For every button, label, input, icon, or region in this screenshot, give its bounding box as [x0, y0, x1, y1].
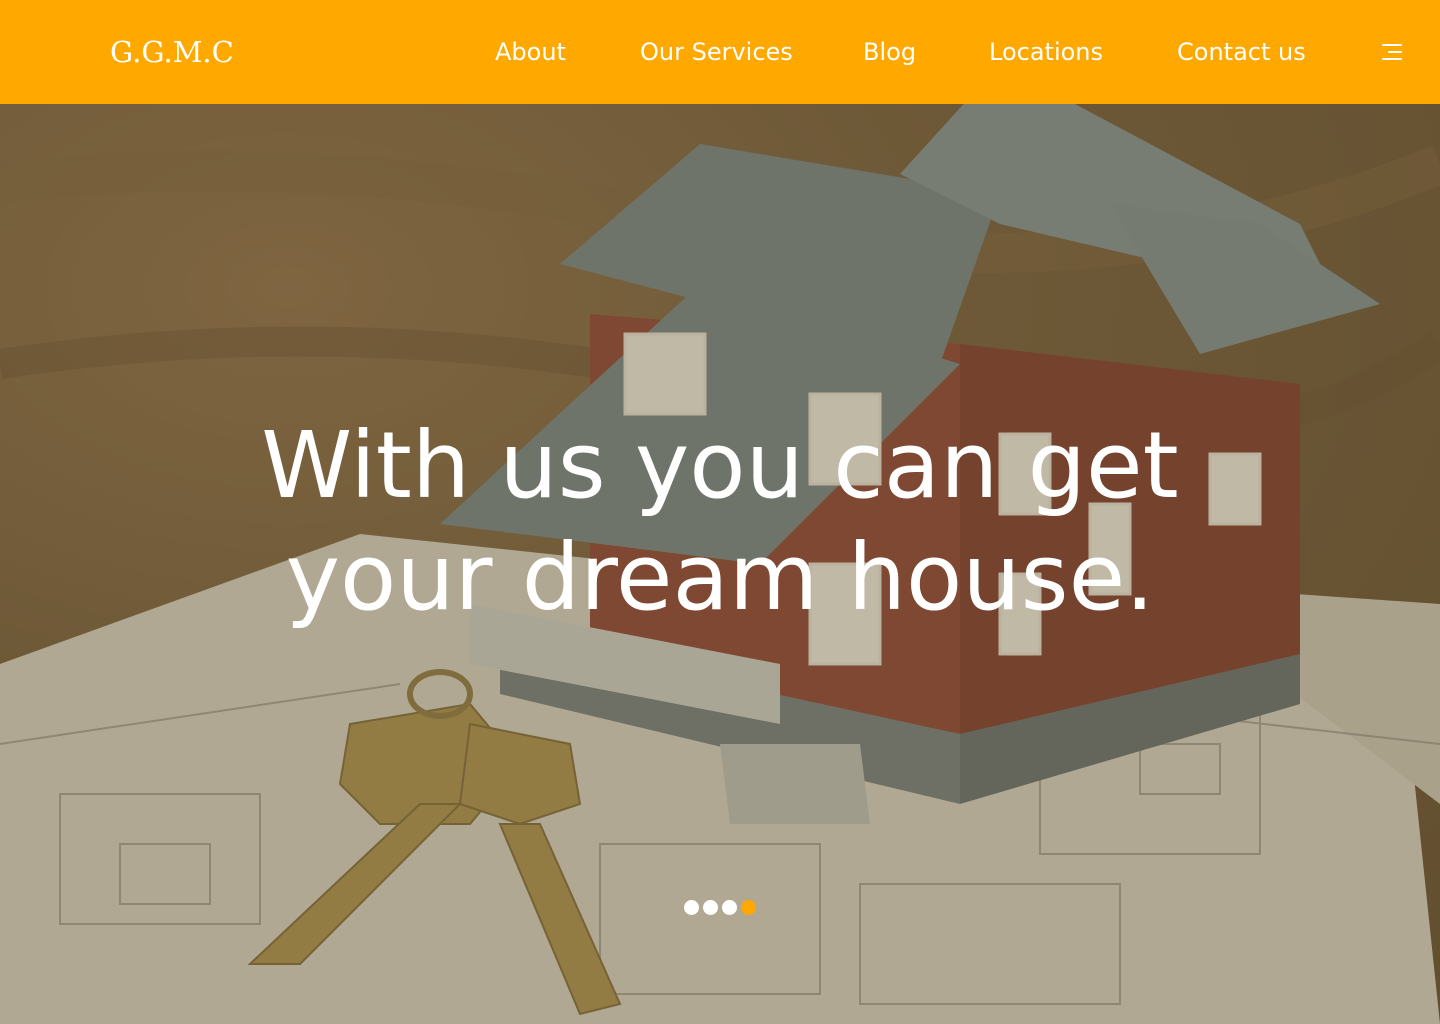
carousel-dot-2[interactable] — [703, 900, 718, 915]
carousel-dot-4[interactable] — [741, 900, 756, 915]
top-navbar: G.G.M.C About Our Services Blog Location… — [0, 0, 1440, 104]
hero-banner: With us you can get your dream house. — [0, 104, 1440, 1024]
nav-link-about[interactable]: About — [495, 37, 566, 67]
hero-headline-line-2: your dream house. — [285, 524, 1155, 631]
carousel-dot-1[interactable] — [684, 900, 699, 915]
nav-link-blog[interactable]: Blog — [863, 37, 916, 67]
nav-link-locations[interactable]: Locations — [989, 37, 1103, 67]
main-nav: About Our Services Blog Locations Contac… — [0, 0, 1440, 104]
hero-headline: With us you can get your dream house. — [0, 410, 1440, 634]
nav-link-contact-us[interactable]: Contact us — [1177, 37, 1306, 67]
hero-headline-line-1: With us you can get — [261, 412, 1179, 519]
nav-link-our-services[interactable]: Our Services — [640, 37, 793, 67]
carousel-dot-3[interactable] — [722, 900, 737, 915]
carousel-pagination — [684, 900, 756, 916]
hamburger-menu-icon[interactable] — [1380, 44, 1402, 62]
